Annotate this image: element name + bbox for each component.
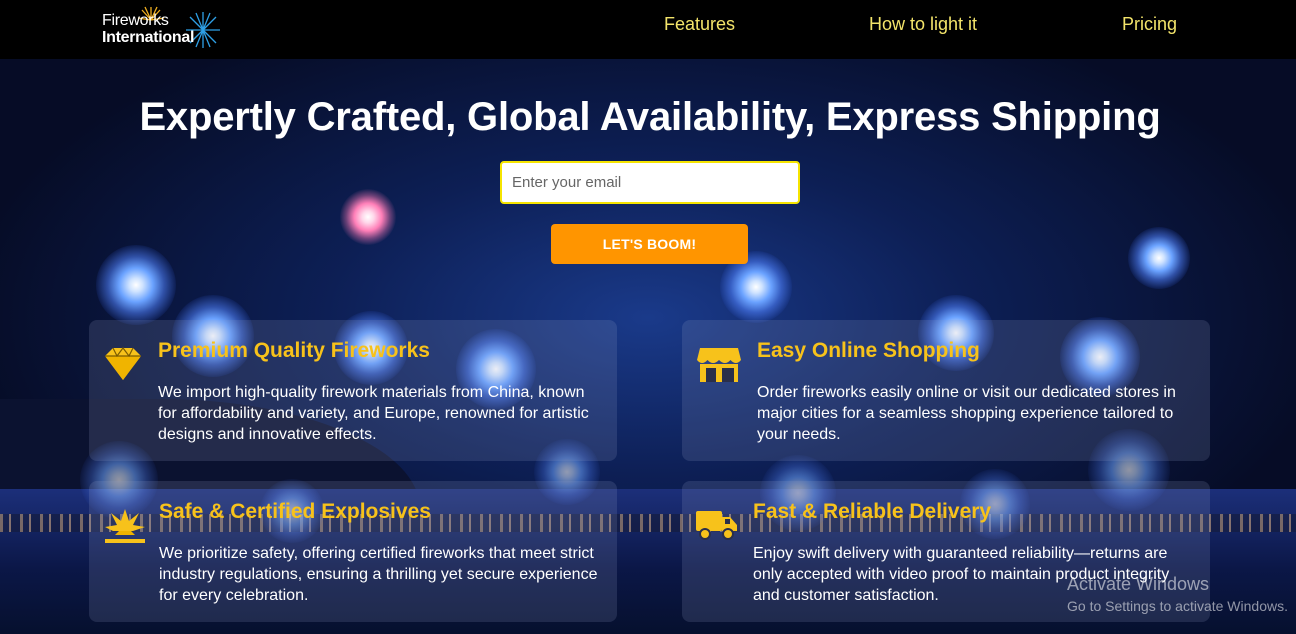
feature-card-safe-certified: Safe & Certified Explosives We prioritiz…	[89, 481, 617, 622]
explosion-icon	[105, 509, 145, 543]
activate-windows-hint: Go to Settings to activate Windows.	[1067, 598, 1288, 614]
logo-text-line1: Fireworks	[102, 12, 169, 29]
feature-description: Order fireworks easily online or visit o…	[757, 384, 1176, 443]
firework-burst	[96, 245, 176, 325]
email-input[interactable]	[500, 161, 800, 204]
activate-windows-watermark: Activate Windows	[1067, 574, 1210, 594]
navbar: Fireworks International Features How to …	[0, 0, 1296, 59]
feature-title: Premium Quality Fireworks	[158, 339, 430, 362]
feature-card-premium-quality: Premium Quality Fireworks We import high…	[89, 320, 617, 461]
hero-title: Expertly Crafted, Global Availability, E…	[139, 95, 1161, 139]
feature-description: We prioritize safety, offering certified…	[159, 545, 598, 604]
nav-link-how-to-light-it[interactable]: How to light it	[869, 14, 977, 35]
nav-link-pricing[interactable]: Pricing	[1122, 14, 1177, 35]
lets-boom-button[interactable]: LET'S BOOM!	[551, 224, 748, 264]
diamond-icon	[105, 347, 141, 380]
logo[interactable]: Fireworks International	[100, 6, 222, 52]
feature-card-online-shopping: Easy Online Shopping Order fireworks eas…	[682, 320, 1210, 461]
feature-description: We import high-quality firework material…	[158, 384, 589, 443]
feature-title: Safe & Certified Explosives	[159, 500, 431, 523]
store-icon	[697, 348, 741, 382]
firework-burst	[1128, 227, 1190, 289]
nav-link-features[interactable]: Features	[664, 14, 735, 35]
feature-title: Fast & Reliable Delivery	[753, 500, 992, 523]
feature-title: Easy Online Shopping	[757, 339, 980, 362]
firework-burst	[340, 189, 396, 245]
logo-text-line2: International	[102, 29, 195, 46]
truck-icon	[696, 511, 737, 540]
